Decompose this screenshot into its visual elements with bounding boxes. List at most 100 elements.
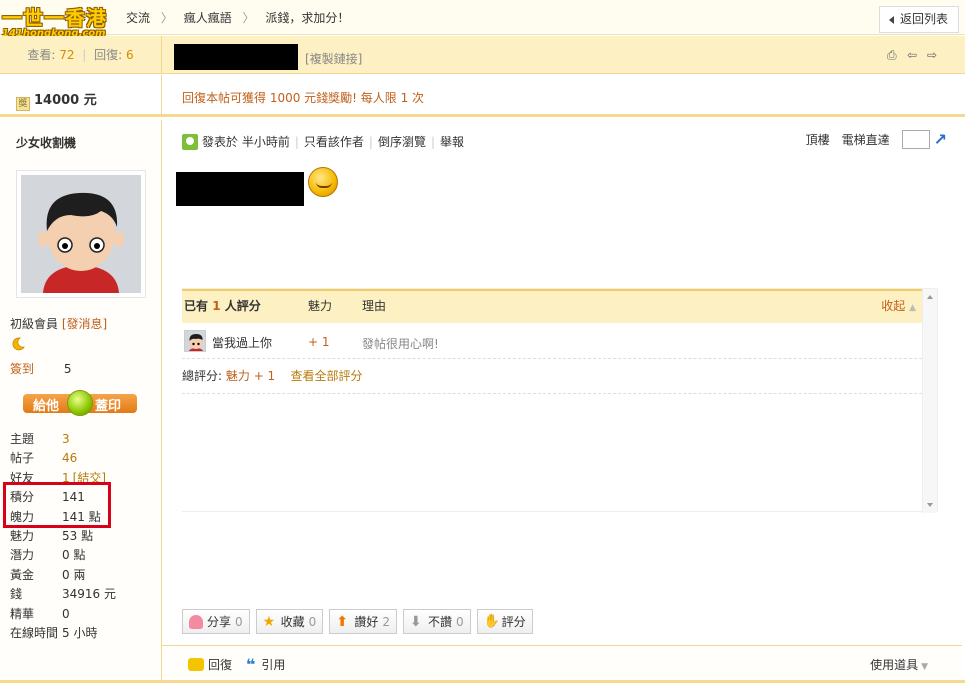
user-icon: [182, 133, 198, 150]
signin-value: 5: [63, 362, 72, 376]
user-stat-value[interactable]: 46: [62, 451, 77, 465]
avatar[interactable]: [16, 170, 146, 298]
breadcrumb-item[interactable]: 交流: [126, 11, 150, 25]
report-link[interactable]: 舉報: [440, 133, 464, 150]
view-all-ratings-link[interactable]: 查看全部評分: [290, 369, 362, 383]
breadcrumb: 交流 〉 瘋人瘋語 〉 派錢，求加分！: [126, 9, 349, 26]
chevron-down-icon: ▼: [921, 662, 928, 672]
send-message-link[interactable]: [發消息]: [62, 317, 107, 331]
elevator-label: 電梯直達: [841, 133, 890, 147]
like-count: 2: [382, 614, 390, 629]
share-label: 分享: [207, 615, 232, 629]
previous-thread-icon[interactable]: ⇦: [907, 49, 919, 61]
breadcrumb-current: 派錢，求加分！: [265, 11, 350, 25]
share-button[interactable]: 分享 0: [182, 609, 250, 634]
rating-row: 當我過上你 + 1 發帖很用心啊!: [182, 325, 922, 359]
use-tools-label: 使用道具: [870, 658, 919, 672]
views-count: 72: [59, 48, 75, 62]
rating-prefix: 已有: [184, 299, 209, 313]
moon-icon: [12, 337, 25, 351]
reverse-order-link[interactable]: 倒序瀏覽: [378, 133, 426, 150]
reply-label: 回復: [208, 658, 233, 672]
rater-points: + 1: [308, 335, 330, 349]
give-stamp-button[interactable]: 給他 蓋印: [23, 390, 137, 416]
signin-label: 簽到: [10, 362, 35, 376]
rating-total: 總評分: 魅力 + 1 查看全部評分: [182, 359, 922, 394]
highlight-box: [3, 482, 111, 528]
user-stat-label: 精華: [10, 606, 35, 621]
views-label: 查看:: [27, 48, 56, 62]
scroll-down-icon[interactable]: [927, 503, 933, 507]
user-stat-row: 在線時間 5 小時: [10, 624, 116, 643]
rate-button[interactable]: ✋ 評分: [476, 609, 533, 634]
reward-row: 獎 14000 元 回復本帖可獲得 1000 元錢獎勵! 每人限 1 次: [0, 75, 965, 117]
user-stat-label: 魅力: [10, 528, 35, 543]
reply-icon: [188, 658, 204, 671]
reward-amount-value: 14000 元: [34, 93, 97, 108]
dislike-button[interactable]: ⬇ 不讚 0: [402, 609, 471, 634]
total-value: 魅力 + 1: [225, 369, 276, 383]
user-stat-row: 錢 34916 元: [10, 585, 116, 604]
star-icon: ★: [262, 613, 276, 630]
reward-notice: 回復本帖可獲得 1000 元錢獎勵! 每人限 1 次: [182, 91, 425, 105]
rating-suffix: 人評分: [224, 299, 261, 313]
top-bar: 一世一香港 141hongkong.com 交流 〉 瘋人瘋語 〉 派錢，求加分…: [0, 0, 965, 39]
user-stat-label: 黃金: [10, 567, 35, 582]
posted-time: 發表於 半小時前: [202, 135, 290, 149]
total-label: 總評分:: [182, 369, 223, 383]
divider: |: [294, 134, 299, 149]
back-to-list-button[interactable]: 返回列表: [878, 6, 959, 33]
user-stat-row: 潛力 0 點: [10, 546, 116, 565]
favorite-button[interactable]: ★ 收藏 0: [255, 609, 324, 634]
thread-stats: 查看: 72 | 回復: 6: [0, 36, 162, 74]
breadcrumb-separator-icon: 〉: [160, 11, 173, 25]
breadcrumb-separator-icon: 〉: [242, 11, 255, 25]
heart-icon: [189, 614, 203, 629]
rating-header: 已有 1 人評分 魅力 理由 收起 ▲: [182, 289, 922, 323]
user-stat-value: 0 點: [62, 548, 86, 563]
floor-tools: 頂樓 電梯直達 ↗: [806, 130, 947, 149]
reward-icon: 獎: [16, 97, 30, 111]
author-name[interactable]: 少女收割機: [16, 134, 76, 151]
user-stat-value: 0 兩: [62, 567, 86, 582]
like-label: 讚好: [354, 615, 379, 629]
give-stamp-left-label: 給他: [33, 399, 60, 414]
user-stat-value[interactable]: 3: [62, 432, 70, 446]
divider: |: [368, 134, 373, 149]
quote-button[interactable]: ❝ 引用: [246, 656, 285, 673]
copy-link-button[interactable]: [複製鏈接]: [305, 50, 362, 67]
rating-scrollbar[interactable]: [922, 289, 937, 513]
rater-avatar[interactable]: [184, 330, 206, 352]
user-stat-row: 精華 0: [10, 605, 116, 624]
favorite-label: 收藏: [280, 615, 305, 629]
smiley-emoji-icon: [308, 167, 338, 197]
only-author-link[interactable]: 只看該作者: [304, 133, 364, 150]
collapse-rating-button[interactable]: 收起 ▲: [881, 291, 916, 323]
user-stat-value: 0: [62, 606, 70, 621]
top-floor-link[interactable]: 頂樓: [806, 131, 830, 148]
user-stats: 主題 3 帖子 46 好友 1 [結交] 積分 141 魄力 141 點魅力 53 點潛力 0 點黃金 0…: [10, 430, 116, 643]
user-level: 初級會員 [發消息]: [10, 315, 107, 332]
breadcrumb-item[interactable]: 瘋人瘋語: [184, 11, 232, 25]
collapse-label: 收起: [881, 299, 906, 313]
redacted-thread-title: [174, 44, 298, 70]
rater-reason: 發帖很用心啊!: [362, 337, 439, 351]
next-thread-icon[interactable]: ⇨: [927, 49, 939, 61]
reply-button[interactable]: 回復: [188, 656, 232, 673]
rating-count: 1: [212, 299, 221, 313]
rate-icon: ✋: [483, 613, 500, 629]
quote-label: 引用: [261, 658, 286, 672]
like-button[interactable]: ⬆ 讚好 2: [329, 609, 397, 634]
rater-name[interactable]: 當我過上你: [212, 334, 272, 351]
elevator-go-icon[interactable]: ↗: [934, 130, 947, 149]
rating-count-text: 已有 1 人評分: [184, 291, 261, 321]
floor-number-input[interactable]: [901, 130, 930, 149]
user-stat-value: 34916 元: [62, 587, 116, 602]
use-tools-dropdown[interactable]: 使用道具 ▼: [870, 656, 928, 673]
scroll-up-icon[interactable]: [927, 295, 933, 299]
thread-tools: ⎙ ⇦ ⇨: [887, 49, 939, 61]
rater-avatar-icon: [185, 331, 205, 351]
print-icon[interactable]: ⎙: [887, 49, 899, 61]
signin-stat: 簽到 5: [10, 360, 71, 377]
bottom-bar: 回復 ❝ 引用 使用道具 ▼: [162, 645, 962, 679]
